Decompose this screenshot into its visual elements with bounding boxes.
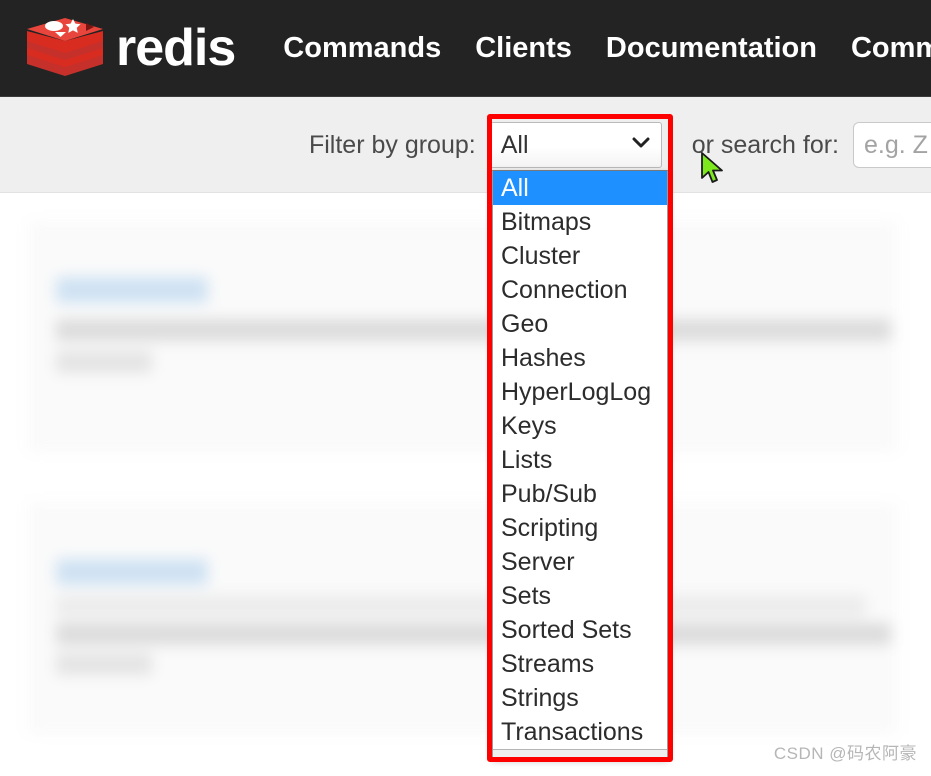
filter-row: Filter by group: All or search for: (0, 97, 931, 193)
chevron-down-icon (631, 136, 651, 155)
dropdown-option[interactable]: Sorted Sets (493, 613, 667, 647)
command-text-placeholder (56, 653, 152, 675)
dropdown-option[interactable]: Sets (493, 579, 667, 613)
dropdown-option[interactable]: Strings (493, 681, 667, 715)
group-dropdown-listbox[interactable]: All Bitmaps Cluster Connection Geo Hashes Hype… (492, 170, 668, 758)
group-select-value: All (500, 130, 529, 159)
page-root: redis Commands Clients Documentation Com… (0, 0, 931, 776)
dropdown-option[interactable]: Scripting (493, 511, 667, 545)
dropdown-option[interactable]: Lists (493, 443, 667, 477)
search-input[interactable] (853, 122, 931, 168)
nav-link-documentation[interactable]: Documentation (606, 33, 817, 63)
or-search-for-label: or search for: (691, 130, 839, 159)
command-text-placeholder (56, 623, 891, 645)
dropdown-option[interactable]: Streams (493, 647, 667, 681)
dropdown-option[interactable]: Bitmaps (493, 205, 667, 239)
dropdown-option[interactable]: Cluster (493, 239, 667, 273)
nav-link-commands[interactable]: Commands (283, 33, 441, 63)
dropdown-option[interactable]: Connection (493, 273, 667, 307)
dropdown-option[interactable]: All (493, 171, 667, 205)
command-card[interactable] (28, 221, 898, 451)
brand-wordmark: redis (116, 19, 236, 77)
csdn-watermark: CSDN @码农阿豪 (773, 744, 917, 763)
command-text-placeholder (56, 319, 891, 341)
nav-link-community[interactable]: Communit (851, 33, 931, 63)
dropdown-option[interactable]: Hashes (493, 341, 667, 375)
dropdown-option[interactable]: Keys (493, 409, 667, 443)
redis-brand[interactable]: redis (24, 10, 236, 86)
filter-bar: Filter by group: All or search for: (0, 97, 931, 193)
command-text-placeholder (56, 595, 866, 617)
redis-logo-icon (24, 10, 106, 86)
dropdown-option-list: All Bitmaps Cluster Connection Geo Hashes Hype… (493, 171, 667, 749)
nav-link-clients[interactable]: Clients (475, 33, 572, 63)
navbar-links: Commands Clients Documentation Communit (283, 33, 931, 63)
group-select-shell: All (489, 122, 662, 168)
dropdown-option[interactable]: HyperLogLog (493, 375, 667, 409)
command-card[interactable] (28, 503, 898, 733)
dropdown-option[interactable]: Pub/Sub (493, 477, 667, 511)
command-text-placeholder (56, 351, 152, 373)
command-title-placeholder (56, 277, 208, 303)
top-navbar: redis Commands Clients Documentation Com… (0, 0, 931, 97)
dropdown-option[interactable]: Geo (493, 307, 667, 341)
dropdown-option[interactable]: Server (493, 545, 667, 579)
group-select[interactable]: All (489, 122, 662, 168)
dropdown-option[interactable]: Transactions (493, 715, 667, 749)
filter-by-group-label: Filter by group: (308, 130, 476, 159)
dropdown-scroll-edge[interactable] (493, 749, 667, 757)
command-title-placeholder (56, 559, 208, 585)
commands-list-region (0, 193, 931, 776)
